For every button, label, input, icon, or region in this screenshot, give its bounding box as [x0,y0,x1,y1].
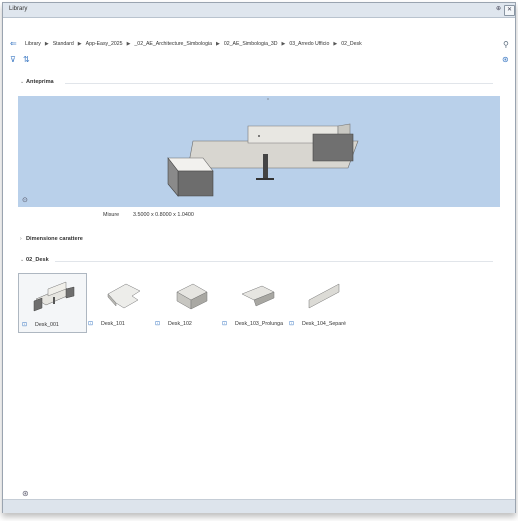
measure-label: Misure [103,212,120,218]
divider [65,83,493,84]
section-dimension-label: Dimensione carattere [26,236,86,242]
desk-103-thumbnail [241,285,275,307]
cube-icon: ⊡ [22,322,28,328]
cube-icon: ⊡ [155,321,161,327]
section-preview-label: Anteprima [26,79,57,85]
breadcrumb-item-architecture-simbologia[interactable]: _02_AE_Architecture_Simbologia [134,41,212,47]
breadcrumb-separator-icon: ▶ [281,41,286,47]
desk-001-thumbnail [33,281,75,312]
breadcrumb: ⇐ Library ▶ Standard ▶ App-Easy_2025 ▶ _02_AE_… [3,38,515,52]
breadcrumb-item-arredo-ufficio[interactable]: 03_Arredo Ufficio [289,41,329,47]
sort-icon[interactable]: ⇅ [23,55,30,64]
section-preview-header[interactable]: ⌄ Anteprima [3,78,515,88]
section-folder-header[interactable]: ⌄ 02_Desk [3,256,515,266]
section-folder-label: 02_Desk [26,257,52,263]
desk-104-thumbnail [308,283,340,309]
breadcrumb-items: Library ▶ Standard ▶ App-Easy_2025 ▶ _02_AE_Ar… [25,41,362,47]
back-arrow-icon[interactable]: ⇐ [10,39,17,48]
desk-102-thumbnail [176,283,208,310]
library-item-desk-104-separe[interactable]: ⊡ Desk_104_Separé [286,273,353,331]
preview-area: ⊙ [18,96,500,207]
filter-icon[interactable]: ⊽ [10,55,16,64]
breadcrumb-separator-icon: ▶ [77,41,82,47]
item-label: Desk_101 [101,321,125,327]
section-dimension-header[interactable]: › Dimensione carattere [3,235,515,245]
library-item-desk-001[interactable]: ⊡ Desk_001 [18,273,87,333]
search-icon[interactable]: ⚲ [503,40,509,49]
chevron-down-icon: ⌄ [20,79,25,85]
item-label: Desk_103_Prolunga [235,321,284,327]
breadcrumb-item-desk[interactable]: 02_Desk [341,41,361,47]
desk-101-thumbnail [107,283,141,309]
breadcrumb-separator-icon: ▶ [333,41,338,47]
item-label: Desk_104_Separé [302,321,346,327]
library-window: Library ⊕ ✕ ⇐ Library ▶ Standard ▶ App-Easy_… [2,2,516,513]
chevron-right-icon: › [20,236,22,242]
close-button[interactable]: ✕ [504,5,515,16]
breadcrumb-item-app-easy[interactable]: App-Easy_2025 [86,41,123,47]
breadcrumb-separator-icon: ▶ [216,41,220,47]
title-bar: Library ⊕ ✕ [3,3,515,18]
globe-icon[interactable]: ⊛ [502,55,509,64]
chevron-down-icon: ⌄ [20,257,25,263]
library-item-desk-101[interactable]: ⊡ Desk_101 [85,273,152,331]
preview-rotate-icon[interactable]: ⊙ [22,196,28,204]
window-title: Library [9,6,28,12]
cube-icon: ⊡ [222,321,228,327]
library-item-desk-102[interactable]: ⊡ Desk_102 [152,273,219,331]
cube-icon: ⊡ [88,321,94,327]
breadcrumb-separator-icon: ▶ [126,41,131,47]
item-label: Desk_102 [168,321,192,327]
desk-preview-image [167,98,359,197]
pin-icon[interactable]: ⊕ [494,5,503,14]
library-items-grid: ⊡ Desk_001 ⊡ Desk_101 ⊡ Desk_102 ⊡ Desk_103_… [18,273,500,333]
item-label: Desk_001 [35,322,59,328]
measure-value: 3.5000 x 0.8000 x 1.0400 [133,212,194,218]
toolbar: ⊽ ⇅ ⊛ [3,55,515,67]
breadcrumb-item-standard[interactable]: Standard [53,41,74,47]
library-item-desk-103-prolunga[interactable]: ⊡ Desk_103_Prolunga [219,273,286,331]
settings-icon[interactable]: ⊛ [22,489,29,498]
divider [55,261,493,262]
breadcrumb-item-library[interactable]: Library [25,41,41,47]
status-bar [3,499,515,513]
cube-icon: ⊡ [289,321,295,327]
breadcrumb-separator-icon: ▶ [44,41,49,47]
breadcrumb-item-simbologia-3d[interactable]: 02_AE_Simbologia_3D [224,41,278,47]
